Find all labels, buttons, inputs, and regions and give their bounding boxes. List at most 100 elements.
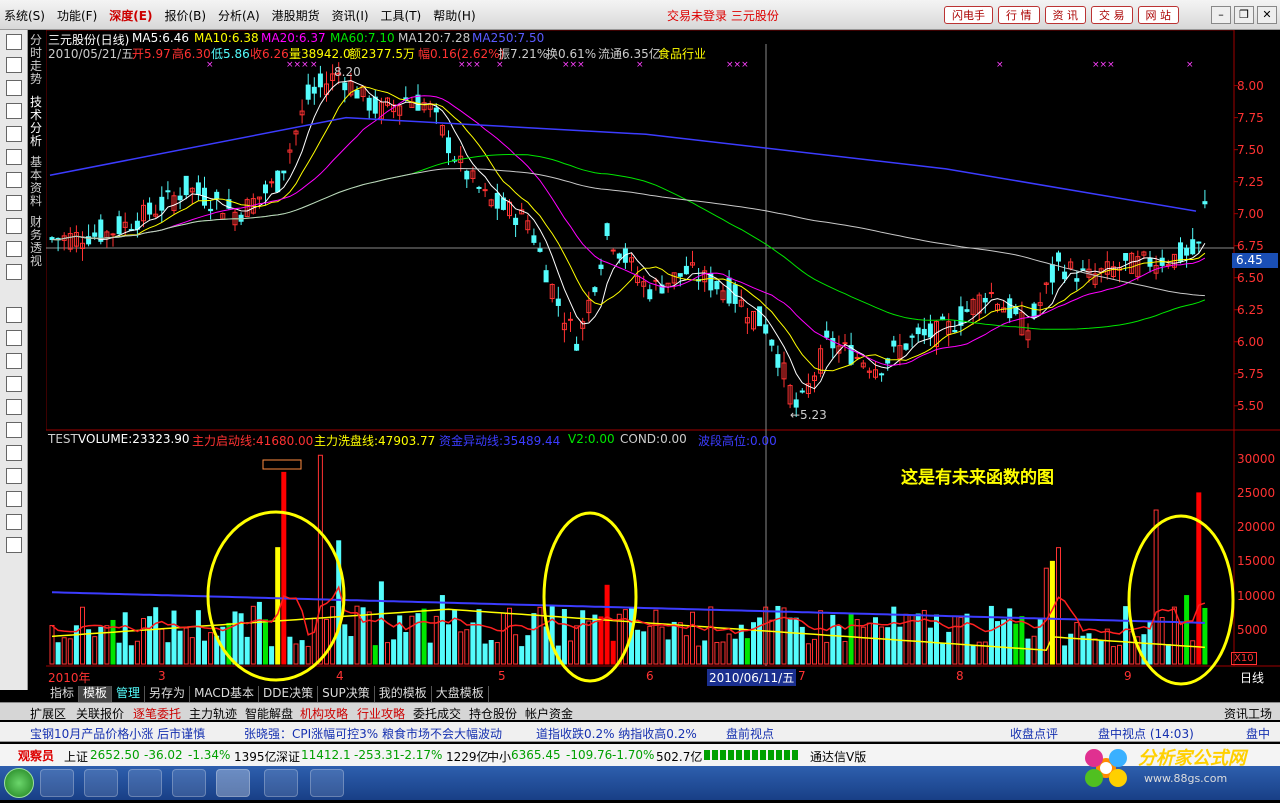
table-icon[interactable] [6,57,22,73]
tab-order-detail[interactable]: 逐笔委托 [133,705,181,722]
menu-help[interactable]: 帮助(H) [433,7,475,24]
news-item-5[interactable]: 收盘点评 [1010,725,1058,742]
taskbar-firefox-icon[interactable] [128,769,162,797]
restore-icon[interactable]: ❐ [1234,6,1254,24]
tab-smart-analysis[interactable]: 智能解盘 [245,705,293,722]
tab-my-template[interactable]: 我的模板 [375,686,432,702]
observer-badge[interactable]: 观察员 [18,747,54,764]
tab-save-as[interactable]: 另存为 [145,686,191,702]
tab-dde[interactable]: DDE决策 [259,686,319,702]
minimize-icon[interactable]: – [1211,6,1231,24]
tab-market-template[interactable]: 大盘模板 [432,686,489,702]
news-item-1[interactable]: 宝钢10月产品价格小涨 后市谨慎 [30,725,205,742]
volume-bar [891,606,897,665]
menu-hk-futures[interactable]: 港股期货 [272,7,320,24]
period-label[interactable]: 日线 [1240,669,1264,686]
kline-chart[interactable]: × ××× × ××× × ××× × ××× × ××× × 三元股份(日线) MA5:6.46 … [46,30,1280,690]
candle [275,170,281,193]
tab-finance[interactable]: 财务透视 [30,216,44,268]
close-icon[interactable]: ✕ [1257,6,1277,24]
ind-name: TEST [48,432,78,446]
export-icon[interactable] [6,445,22,461]
move-icon[interactable] [6,491,22,507]
taskbar-tdx-icon[interactable] [216,769,250,797]
taskbar-desktop-icon[interactable] [40,769,74,797]
volume-bar [964,613,970,665]
home-icon[interactable] [6,34,22,50]
tab-holdings[interactable]: 持仓股份 [469,705,517,722]
eft-icon[interactable] [6,307,22,323]
taskbar-app-icon[interactable] [172,769,206,797]
eraser-icon[interactable] [6,422,22,438]
tab-sup[interactable]: SUP决策 [318,686,375,702]
volume-bar [769,619,775,665]
tab-technical[interactable]: 技术分析 [30,96,44,148]
tab-macd[interactable]: MACD基本 [190,686,260,702]
candle [317,73,323,88]
ma20-label: MA20:6.37 [261,31,326,45]
tab-manage[interactable]: 管理 [112,686,146,702]
menu-tools[interactable]: 工具(T) [381,7,422,24]
ma120-line [51,167,1205,297]
volume-bar [647,625,653,665]
logo-url[interactable]: www.88gs.com [1144,772,1227,785]
website-button[interactable]: 网 站 [1137,6,1179,24]
taskbar-tdx2-icon[interactable] [264,769,298,797]
calc-icon[interactable] [6,376,22,392]
tab-related-quote[interactable]: 关联报价 [76,705,124,722]
dollar-icon[interactable] [6,399,22,415]
tab-main-track[interactable]: 主力轨迹 [189,705,237,722]
tab-indicator[interactable]: 指标 [46,686,80,702]
taskbar-browser-icon[interactable] [310,769,344,797]
tab-template[interactable]: 模板 [79,686,113,702]
rsi-icon[interactable] [6,353,22,369]
f10-icon[interactable] [6,149,22,165]
trade-button[interactable]: 交 易 [1091,6,1133,24]
taskbar-ie-icon[interactable] [84,769,118,797]
candle [775,354,781,368]
highlight-circle-3 [1127,514,1235,686]
tab-inst-strategy[interactable]: 机构攻略 [300,705,348,722]
news-item-2[interactable]: 张晓强：CPI涨幅可控3% 粮食市场不会大幅波动 [244,725,502,742]
candle [159,196,165,211]
macd-icon[interactable] [6,330,22,346]
news-item-3[interactable]: 道指收跌0.2% 纳指收高0.2% [536,725,697,742]
down-arrow-icon[interactable] [6,537,22,553]
volume-bar [330,606,336,665]
menu-function[interactable]: 功能(F) [57,7,97,24]
current-price-tag: 6.45 [1232,253,1278,268]
menu-analysis[interactable]: 分析(A) [218,7,260,24]
candle [757,306,763,327]
quote-button[interactable]: 行 情 [998,6,1040,24]
tab-extend[interactable]: 扩展区 [30,705,66,722]
menu-bar: 系统(S) 功能(F) 深度(E) 报价(B) 分析(A) 港股期货 资讯(I)… [0,0,1280,30]
tab-account-funds[interactable]: 帐户资金 [525,705,573,722]
pen-icon[interactable] [6,468,22,484]
list-icon[interactable] [6,126,22,142]
menu-depth[interactable]: 深度(E) [109,7,152,24]
price-tick-label: 7.50 [1237,142,1264,157]
kline-icon[interactable] [6,103,22,119]
volume-bar [317,454,323,665]
tab-intraday[interactable]: 分时走势 [30,34,44,86]
menu-system[interactable]: 系统(S) [4,7,45,24]
tab-info-workshop[interactable]: 资讯工场 [1224,705,1272,722]
news-button[interactable]: 资 讯 [1044,6,1086,24]
tab-industry-strategy[interactable]: 行业攻略 [357,705,405,722]
menu-info[interactable]: 资讯(I) [332,7,369,24]
search-icon[interactable] [6,264,22,280]
f10-icon[interactable] [6,195,22,211]
news-icon[interactable] [6,172,22,188]
f6-icon[interactable] [6,241,22,257]
f12-icon[interactable] [6,218,22,234]
up-arrow-icon[interactable] [6,514,22,530]
tab-entrust-deal[interactable]: 委托成交 [413,705,461,722]
flash-button[interactable]: 闪电手 [944,6,993,24]
news-item-4[interactable]: 盘前视点 [726,725,774,742]
volume-bar [787,617,793,665]
start-button[interactable] [4,768,34,798]
menu-quote[interactable]: 报价(B) [164,7,206,24]
line-icon[interactable] [6,80,22,96]
tab-profile[interactable]: 基本资料 [30,156,44,208]
volume-bar [927,627,933,665]
